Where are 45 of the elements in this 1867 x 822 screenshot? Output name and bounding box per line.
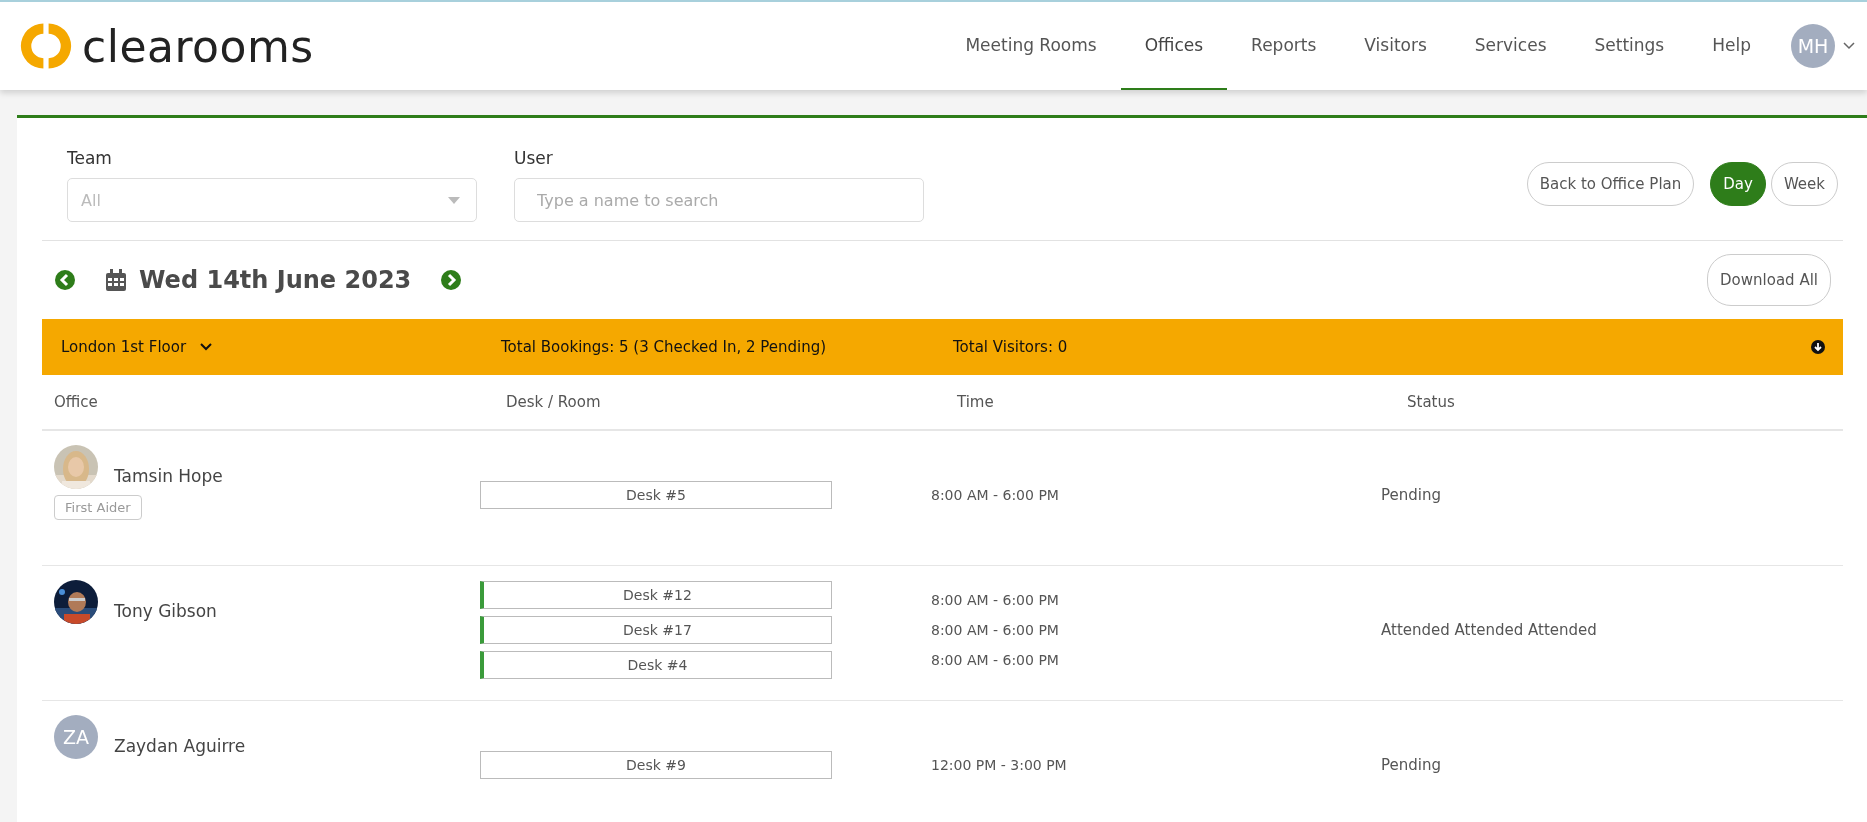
- nav-tab[interactable]: Settings: [1570, 2, 1689, 90]
- booking-status: Attended Attended Attended: [1381, 621, 1597, 639]
- next-icon[interactable]: [441, 270, 462, 290]
- calendar-icon: [106, 269, 126, 291]
- person-name: Zaydan Aguirre: [114, 736, 246, 756]
- booking-time: 8:00 AM - 6:00 PM: [931, 652, 1060, 668]
- visitors-total: Total Visitors: 0: [953, 338, 1068, 356]
- desk-booking[interactable]: Desk #5: [480, 481, 832, 509]
- bookings-total: Total Bookings: 5 (3 Checked In, 2 Pending): [501, 338, 827, 356]
- person-name: Tony Gibson: [114, 601, 217, 621]
- user-search-field[interactable]: Type a name to search: [514, 178, 924, 222]
- nav-tab[interactable]: Visitors: [1340, 2, 1451, 90]
- caret-icon: [448, 196, 460, 204]
- previous-icon[interactable]: [55, 270, 75, 290]
- nav-tab[interactable]: Services: [1450, 2, 1571, 90]
- person-name: Tamsin Hope: [114, 466, 223, 486]
- column-header: Status: [1407, 393, 1456, 411]
- desk-booking[interactable]: Desk #17: [480, 616, 832, 644]
- download-button[interactable]: Download All: [1707, 254, 1831, 306]
- column-header: Time: [957, 393, 995, 411]
- nav-tab[interactable]: Reports: [1227, 2, 1341, 90]
- office-selector[interactable]: London 1st Floor: [61, 338, 187, 356]
- nav-tab[interactable]: Meeting Rooms: [941, 2, 1121, 90]
- view-toggle-button[interactable]: Week: [1770, 162, 1838, 206]
- nav-tab[interactable]: Offices: [1120, 2, 1228, 90]
- view-toggle-button[interactable]: Day: [1710, 162, 1766, 206]
- booking-status: Pending: [1381, 486, 1441, 504]
- date-title: Wed 14th June 2023: [139, 266, 412, 294]
- download-circle-icon[interactable]: [1811, 340, 1825, 354]
- column-header: Desk / Room: [506, 393, 602, 411]
- field-label: User: [514, 148, 554, 168]
- desk-booking[interactable]: Desk #4: [480, 651, 832, 679]
- back-button[interactable]: Back to Office Plan: [1526, 162, 1695, 206]
- booking-time: 8:00 AM - 6:00 PM: [931, 592, 1060, 608]
- column-header: Office: [54, 393, 99, 411]
- role-tag: First Aider: [54, 495, 142, 520]
- booking-status: Pending: [1381, 756, 1441, 774]
- chevron-down-icon[interactable]: [1843, 42, 1855, 50]
- logo-text: clearooms: [82, 20, 314, 72]
- desk-booking[interactable]: Desk #9: [480, 751, 832, 779]
- nav-tab[interactable]: Help: [1688, 2, 1775, 90]
- field-label: Team: [67, 148, 113, 168]
- desk-booking[interactable]: Desk #12: [480, 581, 832, 609]
- chevron-down-icon[interactable]: [200, 343, 213, 351]
- user-avatar: ZA: [54, 715, 98, 759]
